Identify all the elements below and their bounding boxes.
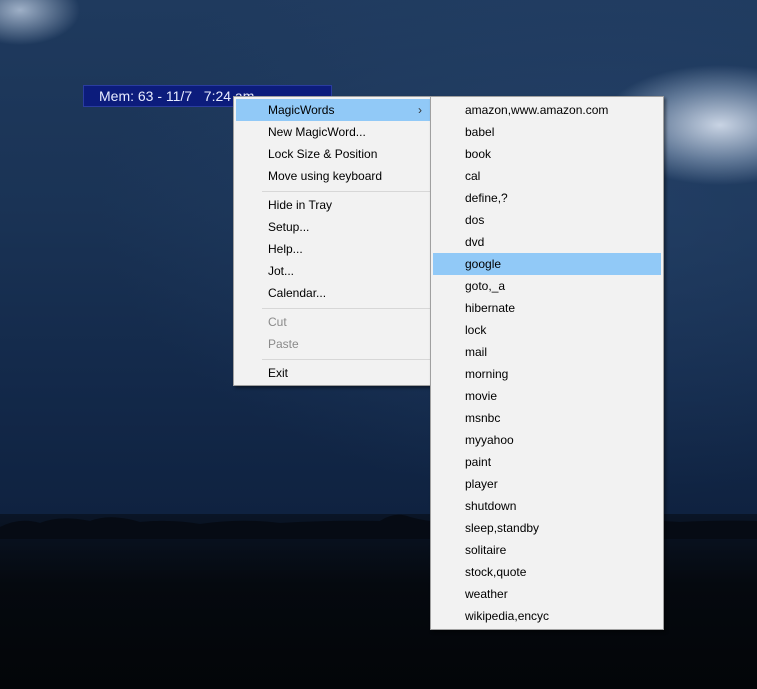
submenu-item-dvd[interactable]: dvd (433, 231, 661, 253)
submenu-item-stock-quote[interactable]: stock,quote (433, 561, 661, 583)
menu-item-help[interactable]: Help... (236, 238, 430, 260)
menu-item-magicwords[interactable]: MagicWords › (236, 99, 430, 121)
submenu-item-goto-a[interactable]: goto,_a (433, 275, 661, 297)
menu-item-jot[interactable]: Jot... (236, 260, 430, 282)
menu-separator (262, 308, 430, 309)
submenu-item-mail[interactable]: mail (433, 341, 661, 363)
submenu-item-myyahoo[interactable]: myyahoo (433, 429, 661, 451)
submenu-item-amazon-www-amazon-com[interactable]: amazon,www.amazon.com (433, 99, 661, 121)
submenu-item-google[interactable]: google (433, 253, 661, 275)
submenu-item-book[interactable]: book (433, 143, 661, 165)
submenu-item-lock[interactable]: lock (433, 319, 661, 341)
submenu-item-movie[interactable]: movie (433, 385, 661, 407)
submenu-item-weather[interactable]: weather (433, 583, 661, 605)
menu-separator (262, 191, 430, 192)
menu-item-cut: Cut (268, 315, 287, 329)
menu-item-calendar[interactable]: Calendar... (236, 282, 430, 304)
submenu-item-solitaire[interactable]: solitaire (433, 539, 661, 561)
submenu-item-babel[interactable]: babel (433, 121, 661, 143)
magicwords-submenu: amazon,www.amazon.com babel book cal define,… (430, 96, 664, 630)
submenu-item-shutdown[interactable]: shutdown (433, 495, 661, 517)
menu-item-exit[interactable]: Exit (236, 362, 430, 384)
submenu-item-paint[interactable]: paint (433, 451, 661, 473)
submenu-item-hibernate[interactable]: hibernate (433, 297, 661, 319)
submenu-arrow-icon: › (418, 103, 422, 117)
menu-item-hide-in-tray[interactable]: Hide in Tray (236, 194, 430, 216)
menu-item-paste: Paste (268, 337, 299, 351)
submenu-item-define[interactable]: define,? (433, 187, 661, 209)
submenu-item-cal[interactable]: cal (433, 165, 661, 187)
menu-item-new-magicword[interactable]: New MagicWord... (236, 121, 430, 143)
submenu-item-sleep-standby[interactable]: sleep,standby (433, 517, 661, 539)
menu-item-lock-size-position[interactable]: Lock Size & Position (236, 143, 430, 165)
submenu-item-msnbc[interactable]: msnbc (433, 407, 661, 429)
submenu-item-morning[interactable]: morning (433, 363, 661, 385)
menu-separator (262, 359, 430, 360)
context-menu: MagicWords › New MagicWord... Lock Size … (233, 96, 433, 386)
submenu-item-dos[interactable]: dos (433, 209, 661, 231)
menu-item-label: MagicWords (268, 103, 335, 117)
submenu-item-wikipedia-encyc[interactable]: wikipedia,encyc (433, 605, 661, 627)
submenu-item-player[interactable]: player (433, 473, 661, 495)
menu-item-setup[interactable]: Setup... (236, 216, 430, 238)
menu-item-move-using-keyboard[interactable]: Move using keyboard (236, 165, 430, 187)
